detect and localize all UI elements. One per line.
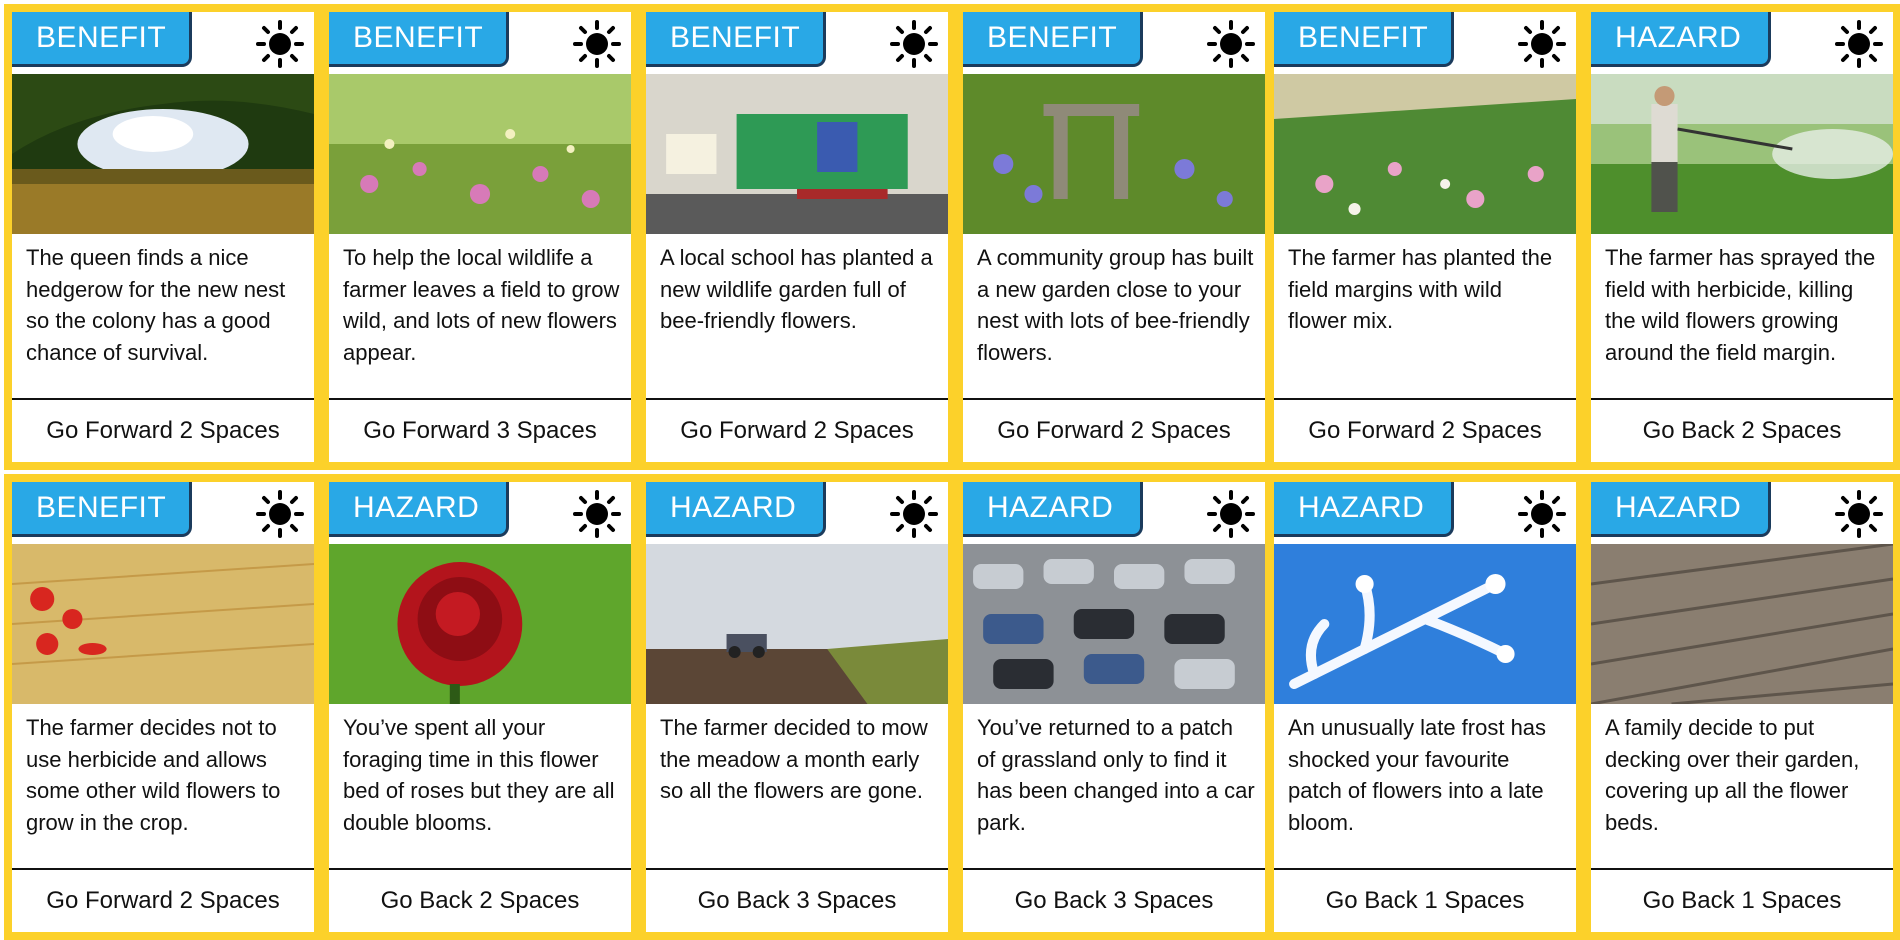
card-type-tag: HAZARD <box>1591 482 1771 537</box>
photo-rose <box>329 544 631 704</box>
card-description: The farmer has sprayed the field with he… <box>1605 245 1876 365</box>
card-description: A local school has planted a new wildlif… <box>660 245 933 333</box>
card-type-tag: BENEFIT <box>12 12 192 67</box>
card-action: Go Back 1 Spaces <box>1642 887 1842 914</box>
photo-field-margin <box>1274 74 1576 234</box>
card-type-tag: HAZARD <box>963 482 1143 537</box>
card-type-tag: BENEFIT <box>329 12 509 67</box>
card-action: Go Forward 2 Spaces <box>46 887 280 914</box>
sun-icon <box>1207 490 1255 538</box>
card-type-tag: BENEFIT <box>12 482 192 537</box>
sun-icon <box>573 490 621 538</box>
card-type-tag: HAZARD <box>1591 12 1771 67</box>
card-action: Go Forward 2 Spaces <box>46 417 280 444</box>
sun-icon <box>1207 20 1255 68</box>
photo-decking <box>1591 544 1893 704</box>
card-action: Go Back 3 Spaces <box>697 887 897 914</box>
card-car-park[interactable]: HAZARD You’ve returned to a patch of gra… <box>955 474 1273 940</box>
card-type-tag: HAZARD <box>1274 482 1454 537</box>
photo-tractor <box>646 544 948 704</box>
card-type-tag: HAZARD <box>646 482 826 537</box>
card-tractor[interactable]: HAZARD The farmer decided to mow the mea… <box>638 474 956 940</box>
card-action: Go Forward 2 Spaces <box>1308 417 1542 444</box>
sun-icon <box>1518 490 1566 538</box>
card-description: The queen finds a nice hedgerow for the … <box>26 245 286 365</box>
card-description: A family decide to put decking over thei… <box>1605 715 1860 835</box>
card-description: An unusually late frost has shocked your… <box>1288 715 1547 835</box>
sun-icon <box>1518 20 1566 68</box>
card-sprayer[interactable]: HAZARD The farmer has sprayed the field … <box>1583 4 1900 470</box>
card-description: You’ve returned to a patch of grassland … <box>977 715 1255 835</box>
card-action: Go Forward 2 Spaces <box>997 417 1231 444</box>
card-description: A community group has built a new garden… <box>977 245 1254 365</box>
card-action: Go Forward 2 Spaces <box>680 417 914 444</box>
card-action: Go Back 3 Spaces <box>1014 887 1214 914</box>
card-action: Go Back 2 Spaces <box>1642 417 1842 444</box>
card-description: The farmer has planted the field margins… <box>1288 245 1553 333</box>
card-description: The farmer decided to mow the meadow a m… <box>660 715 928 803</box>
photo-hedgerow <box>12 74 314 234</box>
card-type-tag: BENEFIT <box>1274 12 1454 67</box>
card-poppies[interactable]: BENEFIT The farmer decides not to use he… <box>4 474 322 940</box>
photo-classroom <box>646 74 948 234</box>
sun-icon <box>890 490 938 538</box>
card-description: You’ve spent all your foraging time in t… <box>343 715 615 835</box>
card-description: The farmer decides not to use herbicide … <box>26 715 281 835</box>
card-classroom[interactable]: BENEFIT A local school has planted a new… <box>638 4 956 470</box>
photo-garden <box>963 74 1265 234</box>
card-action: Go Back 2 Spaces <box>380 887 580 914</box>
sun-icon <box>1835 20 1883 68</box>
card-field-margin[interactable]: BENEFIT The farmer has planted the field… <box>1266 4 1584 470</box>
card-type-tag: BENEFIT <box>963 12 1143 67</box>
photo-sprayer <box>1591 74 1893 234</box>
card-garden[interactable]: BENEFIT A community group has built a ne… <box>955 4 1273 470</box>
card-grid: BENEFIT The queen finds a nice hedgerow … <box>0 0 1900 940</box>
card-description: To help the local wildlife a farmer leav… <box>343 245 620 365</box>
sun-icon <box>1835 490 1883 538</box>
sun-icon <box>256 490 304 538</box>
card-frost[interactable]: HAZARD An unusually late frost has shock… <box>1266 474 1584 940</box>
photo-wildflowers <box>329 74 631 234</box>
card-type-tag: BENEFIT <box>646 12 826 67</box>
sun-icon <box>573 20 621 68</box>
card-action: Go Back 1 Spaces <box>1325 887 1525 914</box>
card-wildflowers[interactable]: BENEFIT To help the local wildlife a far… <box>321 4 639 470</box>
card-action: Go Forward 3 Spaces <box>363 417 597 444</box>
card-type-tag: HAZARD <box>329 482 509 537</box>
sun-icon <box>256 20 304 68</box>
card-rose[interactable]: HAZARD You’ve spent all your foraging ti… <box>321 474 639 940</box>
photo-frost <box>1274 544 1576 704</box>
card-hedgerow[interactable]: BENEFIT The queen finds a nice hedgerow … <box>4 4 322 470</box>
photo-poppies <box>12 544 314 704</box>
sun-icon <box>890 20 938 68</box>
card-decking[interactable]: HAZARD A family decide to put decking ov… <box>1583 474 1900 940</box>
photo-car-park <box>963 544 1265 704</box>
